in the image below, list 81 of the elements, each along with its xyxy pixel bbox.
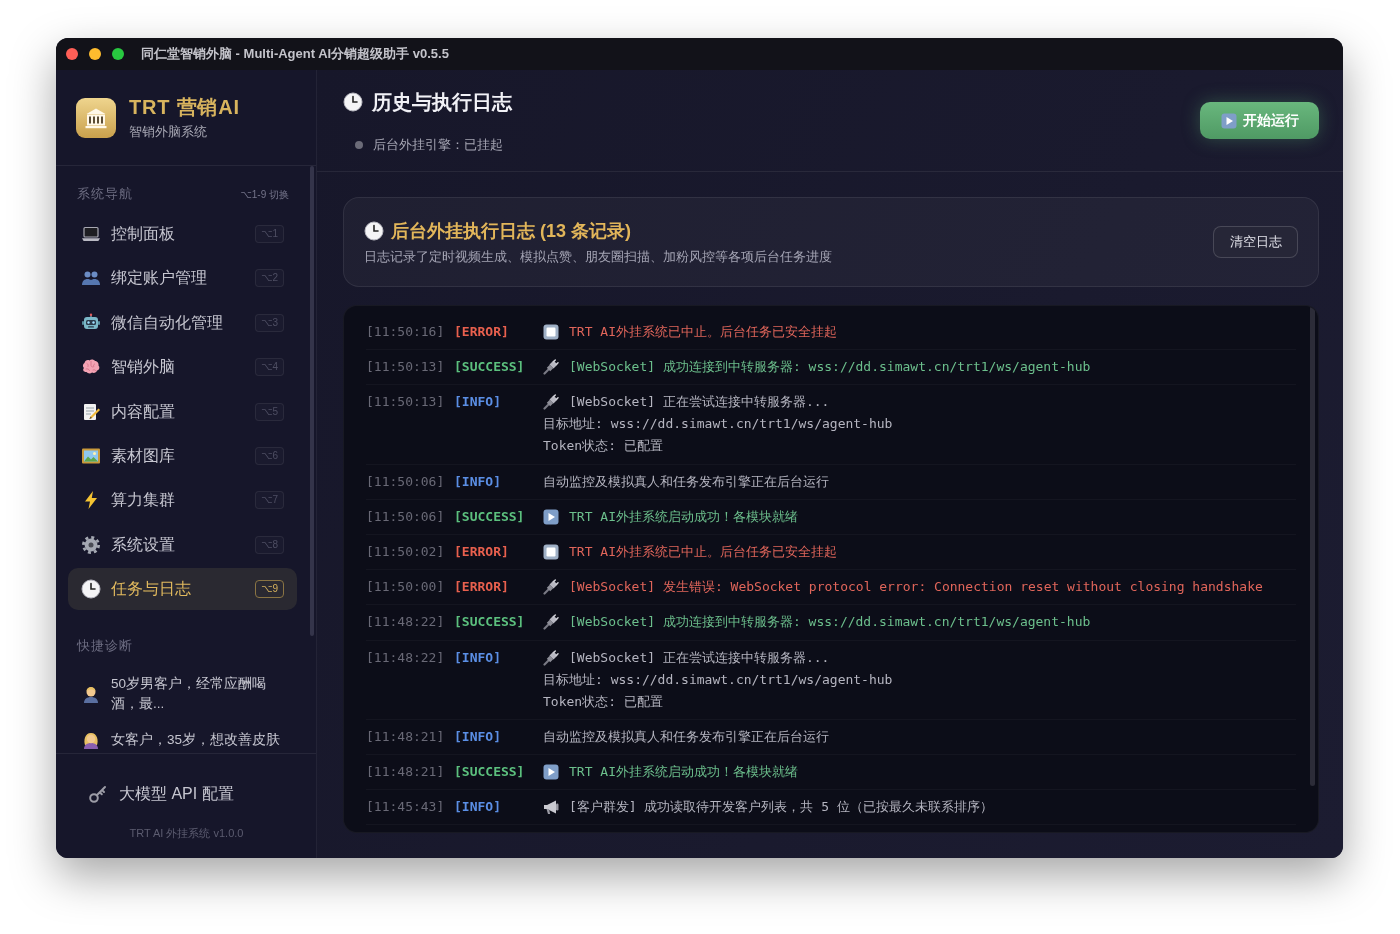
gear-icon [81,534,101,555]
stop-icon [543,544,559,561]
log-level: [INFO] [454,799,501,815]
quick-diagnosis-item[interactable]: 女客户，35岁，想改善皮肤 [68,722,297,753]
laptop-icon [81,224,101,244]
quick-diagnosis-item[interactable]: 50岁男客户，经常应酬喝酒，最... [68,666,297,721]
shortcut-hint: ⌥1-9 切换 [240,187,289,202]
key-icon [88,784,108,804]
plug-icon [543,649,559,666]
log-message-detail: Token状态: 已配置 [543,437,663,456]
log-message: 自动监控及模拟真人和任务发布引擎正在后台运行 [543,727,829,746]
log-message: [客户群发] 成功读取待开发客户列表，共 5 位（已按最久未联系排序） [569,798,993,817]
log-card-title: 后台外挂执行日志 (13 条记录) [391,219,631,243]
log-message: TRT AI外挂系统启动成功！各模块就绪 [569,507,798,526]
log-level: [SUCCESS] [454,614,525,630]
log-timestamp: [11:50:13] [366,359,445,375]
log-message: [WebSocket] 正在尝试连接中转服务器... [569,648,830,667]
log-timestamp: [11:50:06] [366,473,445,489]
log-level: [ERROR] [454,544,509,560]
log-level: [INFO] [454,728,501,744]
log-timestamp: [11:50:16] [366,324,445,340]
log-timestamp: [11:48:21] [366,763,445,779]
section-heading: 系统导航 [77,185,133,203]
log-level: [INFO] [454,649,501,665]
plug-icon [543,359,559,376]
log-level: [ERROR] [454,579,509,595]
brand-name: TRT 营销AI [129,94,240,119]
clock-icon [343,92,363,112]
log-timestamp: [11:48:21] [366,728,445,744]
plug-icon [543,614,559,631]
stop-icon [543,324,559,341]
plug-icon [543,394,559,411]
log-message: [WebSocket] 发生错误: WebSocket protocol error: Connection reset without closing handshake [569,578,1263,597]
log-message: [WebSocket] 成功连接到中转服务器: wss://dd.simawt.cn/trt1/ws/agent-hub [569,613,1091,632]
api-config-button[interactable]: 大模型 API 配置 [76,773,297,815]
play-icon [543,763,559,780]
plug-icon [543,579,559,596]
clear-log-button[interactable]: 清空日志 [1213,226,1298,258]
play-icon [543,508,559,525]
notepad-pencil-icon [81,401,101,422]
log-level: [INFO] [454,473,501,489]
log-message: 自动监控及模拟真人和任务发布引擎正在后台运行 [543,472,829,491]
log-level: [INFO] [454,394,501,410]
engine-status: 后台外挂引擎：已挂起 [373,136,503,155]
scrollbar-thumb[interactable] [310,166,314,636]
minimize-icon[interactable] [89,48,101,60]
log-message: [WebSocket] 正在尝试连接中转服务器... [569,393,830,412]
log-message: TRT AI外挂系统已中止。后台任务已安全挂起 [569,543,837,562]
log-timestamp: [11:48:22] [366,614,445,630]
log-card-description: 日志记录了定时视频生成、模拟点赞、朋友圈扫描、加粉风控等各项后台任务进度 [364,247,832,266]
version-label: TRT AI 外挂系统 v1.0.0 [128,826,245,841]
log-timestamp: [11:45:43] [366,799,445,815]
log-level: [SUCCESS] [454,763,525,779]
log-message: [WebSocket] 成功连接到中转服务器: wss://dd.simawt.cn/trt1/ws/agent-hub [569,358,1091,377]
brand-subtitle: 智销外脑系统 [129,123,208,141]
play-icon [1221,112,1237,129]
maximize-icon[interactable] [112,48,124,60]
building-logo-icon [76,97,116,138]
nav-item[interactable]: 任务与日志 ⌥9 [68,568,297,611]
megaphone-icon [543,799,559,816]
log-level: [SUCCESS] [454,508,525,524]
log-message: TRT AI外挂系统启动成功！各模块就绪 [569,762,798,781]
page-title: 历史与执行日志 [372,90,512,114]
section-heading: 快捷诊断 [77,636,133,655]
log-timestamp: [11:50:00] [366,579,445,595]
close-icon[interactable] [66,48,78,60]
log-timestamp: [11:50:06] [366,508,445,524]
log-message-detail: Token状态: 已配置 [543,692,663,711]
scrollbar-thumb[interactable] [1310,306,1315,786]
log-timestamp: [11:50:13] [366,394,445,410]
log-message-detail: 目标地址: wss://dd.simawt.cn/trt1/ws/agent-hub [543,415,893,434]
log-level: [SUCCESS] [454,359,525,375]
log-timestamp: [11:48:22] [366,649,445,665]
clock-icon [364,220,384,241]
log-message: TRT AI外挂系统已中止。后台任务已安全挂起 [569,323,837,342]
log-level: [ERROR] [454,324,509,340]
clock-icon [81,579,101,600]
shortcut-key: ⌥9 [254,580,284,599]
log-message-detail: 目标地址: wss://dd.simawt.cn/trt1/ws/agent-hub [543,670,893,689]
window-title: 同仁堂智销外脑 - Multi-Agent AI分销超级助手 v0.5.5 [141,45,449,64]
log-timestamp: [11:50:02] [366,544,445,560]
